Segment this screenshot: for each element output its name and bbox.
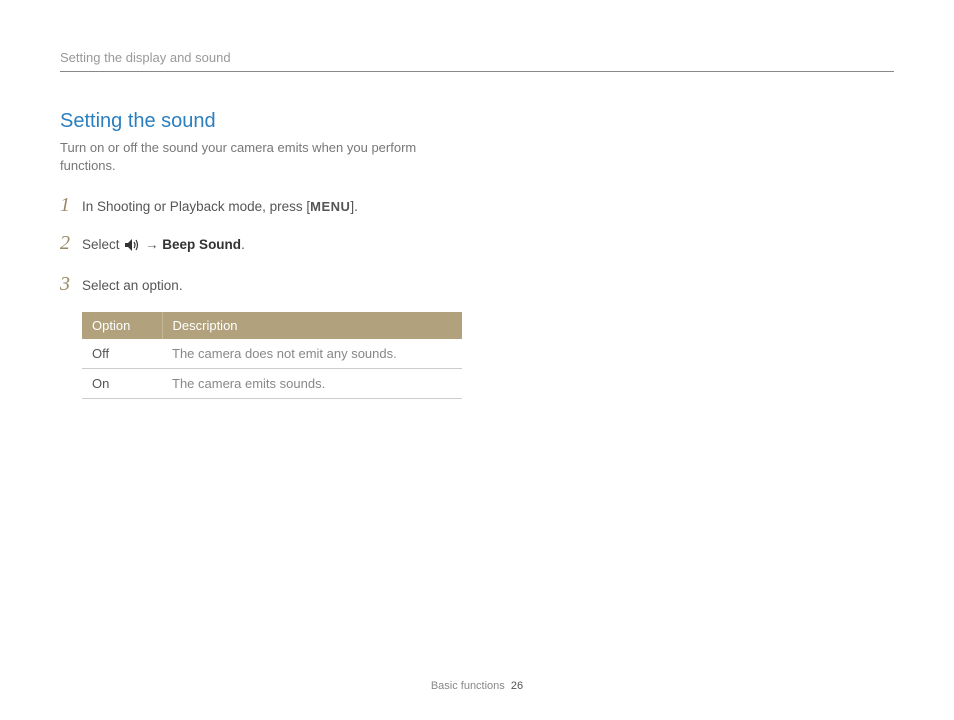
step-number: 2 <box>60 233 82 253</box>
arrow-icon: → <box>141 237 162 252</box>
step-number: 3 <box>60 274 82 294</box>
steps-list: 1 In Shooting or Playback mode, press [M… <box>60 195 530 399</box>
description-cell: The camera emits sounds. <box>162 369 462 399</box>
beep-sound-label: Beep Sound <box>162 237 241 252</box>
col-description: Description <box>162 312 462 339</box>
sound-icon <box>124 238 140 258</box>
breadcrumb-header: Setting the display and sound <box>60 50 894 72</box>
step-prefix: In Shooting or Playback mode, press [ <box>82 199 310 214</box>
step-suffix: ]. <box>350 199 358 214</box>
step-2: 2 Select → Beep Sound. <box>60 233 530 258</box>
section-description: Turn on or off the sound your camera emi… <box>60 139 460 175</box>
table-header-row: Option Description <box>82 312 462 339</box>
description-cell: The camera does not emit any sounds. <box>162 339 462 369</box>
step-number: 1 <box>60 195 82 215</box>
section-title: Setting the sound <box>60 110 894 133</box>
page-footer: Basic functions 26 <box>0 680 954 692</box>
step-text: In Shooting or Playback mode, press [MEN… <box>82 198 358 217</box>
step-suffix: . <box>241 237 245 252</box>
option-cell: Off <box>82 339 162 369</box>
table-row: Off The camera does not emit any sounds. <box>82 339 462 369</box>
options-table: Option Description Off The camera does n… <box>82 312 462 399</box>
option-cell: On <box>82 369 162 399</box>
page-number: 26 <box>511 680 523 692</box>
step-3: 3 Select an option. <box>60 274 530 296</box>
step-text: Select → Beep Sound. <box>82 236 245 258</box>
col-option: Option <box>82 312 162 339</box>
step-text: Select an option. <box>82 277 183 296</box>
footer-label: Basic functions <box>431 680 505 692</box>
menu-button-label: MENU <box>310 199 350 214</box>
step-1: 1 In Shooting or Playback mode, press [M… <box>60 195 530 217</box>
table-row: On The camera emits sounds. <box>82 369 462 399</box>
step-prefix: Select <box>82 237 123 252</box>
